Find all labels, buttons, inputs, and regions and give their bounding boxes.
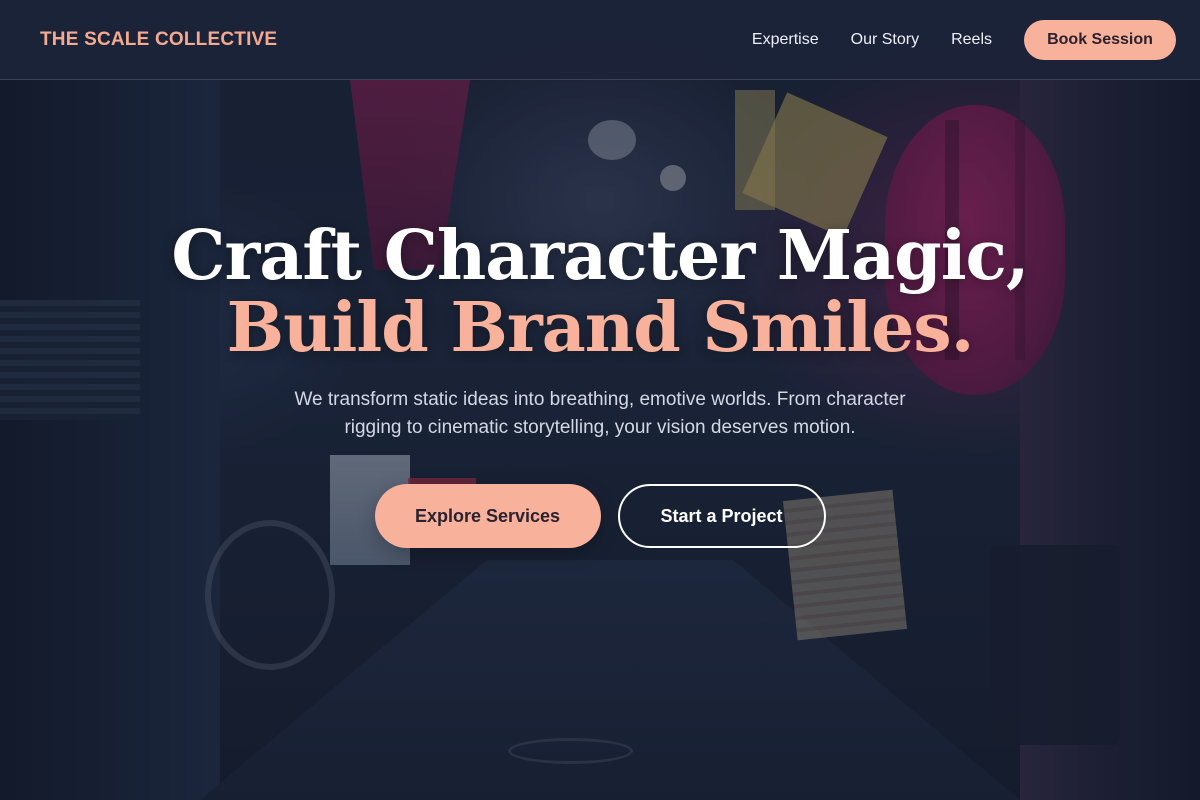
- start-project-button[interactable]: Start a Project: [617, 484, 826, 548]
- hero-section: Craft Character Magic, Build Brand Smile…: [0, 220, 1200, 548]
- headline-line-1: Craft Character Magic,: [171, 216, 1029, 296]
- explore-services-button[interactable]: Explore Services: [374, 484, 601, 548]
- nav-link-our-story[interactable]: Our Story: [851, 31, 919, 49]
- nav-link-reels[interactable]: Reels: [951, 31, 992, 49]
- site-header: THE SCALE COLLECTIVE Expertise Our Story…: [0, 0, 1200, 80]
- main-nav: Expertise Our Story Reels Book Session: [752, 19, 1176, 60]
- brand-logo[interactable]: THE SCALE COLLECTIVE: [40, 29, 277, 51]
- hero-subtitle: We transform static ideas into breathing…: [294, 389, 906, 438]
- hero-headline: Craft Character Magic, Build Brand Smile…: [0, 220, 1200, 364]
- book-session-button[interactable]: Book Session: [1024, 19, 1176, 60]
- hero-cta-row: Explore Services Start a Project: [0, 484, 1200, 548]
- nav-link-expertise[interactable]: Expertise: [752, 31, 819, 49]
- headline-line-2: Build Brand Smiles.: [226, 288, 975, 368]
